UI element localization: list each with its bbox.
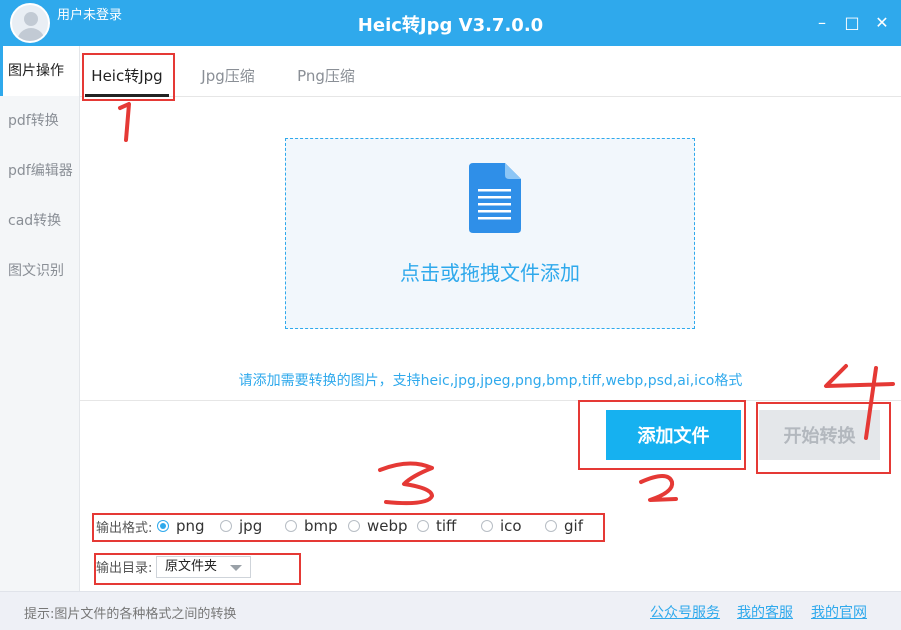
format-radio-tiff[interactable]: tiff bbox=[417, 517, 456, 535]
sidebar-item-pdf-editor[interactable]: pdf编辑器 bbox=[0, 146, 79, 196]
tab-heic-to-jpg[interactable]: Heic转Jpg bbox=[82, 46, 172, 97]
link-official-website[interactable]: 我的官网 bbox=[811, 602, 867, 622]
sidebar-item-image-ops[interactable]: 图片操作 bbox=[0, 46, 79, 96]
sidebar-item-ocr[interactable]: 图文识别 bbox=[0, 246, 79, 296]
format-option-label: jpg bbox=[239, 517, 263, 535]
file-drop-zone[interactable]: 点击或拖拽文件添加 bbox=[285, 138, 695, 329]
format-radio-png[interactable]: png bbox=[157, 517, 205, 535]
status-bar: 提示:图片文件的各种格式之间的转换 公众号服务 我的客服 我的官网 bbox=[0, 591, 901, 630]
radio-dot bbox=[157, 520, 169, 532]
link-customer-service[interactable]: 我的客服 bbox=[737, 602, 793, 622]
format-option-label: webp bbox=[367, 517, 408, 535]
radio-dot bbox=[481, 520, 493, 532]
format-option-label: png bbox=[176, 517, 205, 535]
format-option-label: bmp bbox=[304, 517, 338, 535]
format-radio-ico[interactable]: ico bbox=[481, 517, 522, 535]
format-radio-bmp[interactable]: bmp bbox=[285, 517, 338, 535]
minimize-button[interactable]: – bbox=[813, 14, 831, 32]
radio-dot bbox=[348, 520, 360, 532]
radio-dot bbox=[417, 520, 429, 532]
tab-jpg-compress[interactable]: Jpg压缩 bbox=[188, 46, 268, 97]
start-convert-button[interactable]: 开始转换 bbox=[759, 410, 880, 460]
supported-formats-hint: 请添加需要转换的图片，支持heic,jpg,jpeg,png,bmp,tiff,… bbox=[238, 373, 743, 389]
annotation-numeral-2 bbox=[639, 474, 678, 502]
tab-label: Heic转Jpg bbox=[91, 67, 163, 85]
output-dir-value: 原文件夹 bbox=[165, 559, 218, 574]
format-option-label: ico bbox=[500, 517, 522, 535]
active-tab-underline bbox=[85, 94, 169, 97]
chevron-down-icon bbox=[230, 565, 242, 571]
title-bar: 用户未登录 Heic转Jpg V3.7.0.0 – □ ✕ bbox=[0, 0, 901, 46]
radio-dot bbox=[545, 520, 557, 532]
tab-bar: Heic转Jpg Jpg压缩 Png压缩 bbox=[80, 46, 901, 97]
sidebar-item-pdf-convert[interactable]: pdf转换 bbox=[0, 96, 79, 146]
format-option-label: tiff bbox=[436, 517, 457, 535]
document-icon bbox=[469, 163, 521, 233]
close-button[interactable]: ✕ bbox=[873, 14, 891, 32]
output-dir-select[interactable]: 原文件夹 bbox=[156, 556, 251, 578]
format-radio-webp[interactable]: webp bbox=[348, 517, 408, 535]
add-files-button[interactable]: 添加文件 bbox=[606, 410, 741, 460]
format-radio-gif[interactable]: gif bbox=[545, 517, 583, 535]
annotation-numeral-3 bbox=[378, 461, 434, 506]
link-official-account[interactable]: 公众号服务 bbox=[650, 602, 720, 622]
status-tip: 提示:图片文件的各种格式之间的转换 bbox=[24, 607, 237, 622]
tab-png-compress[interactable]: Png压缩 bbox=[286, 46, 366, 97]
maximize-button[interactable]: □ bbox=[843, 14, 861, 32]
sidebar-item-cad-convert[interactable]: cad转换 bbox=[0, 196, 79, 246]
divider bbox=[80, 400, 901, 401]
radio-dot bbox=[285, 520, 297, 532]
radio-dot bbox=[220, 520, 232, 532]
app-title: Heic转Jpg V3.7.0.0 bbox=[357, 15, 544, 36]
output-dir-label: 输出目录: bbox=[96, 561, 153, 576]
drop-zone-text: 点击或拖拽文件添加 bbox=[400, 261, 580, 285]
sidebar: 图片操作 pdf转换 pdf编辑器 cad转换 图文识别 bbox=[0, 46, 80, 591]
annotation-numeral-1 bbox=[118, 102, 131, 142]
format-radio-jpg[interactable]: jpg bbox=[220, 517, 262, 535]
output-format-label: 输出格式: bbox=[96, 521, 153, 536]
format-option-label: gif bbox=[564, 517, 583, 535]
